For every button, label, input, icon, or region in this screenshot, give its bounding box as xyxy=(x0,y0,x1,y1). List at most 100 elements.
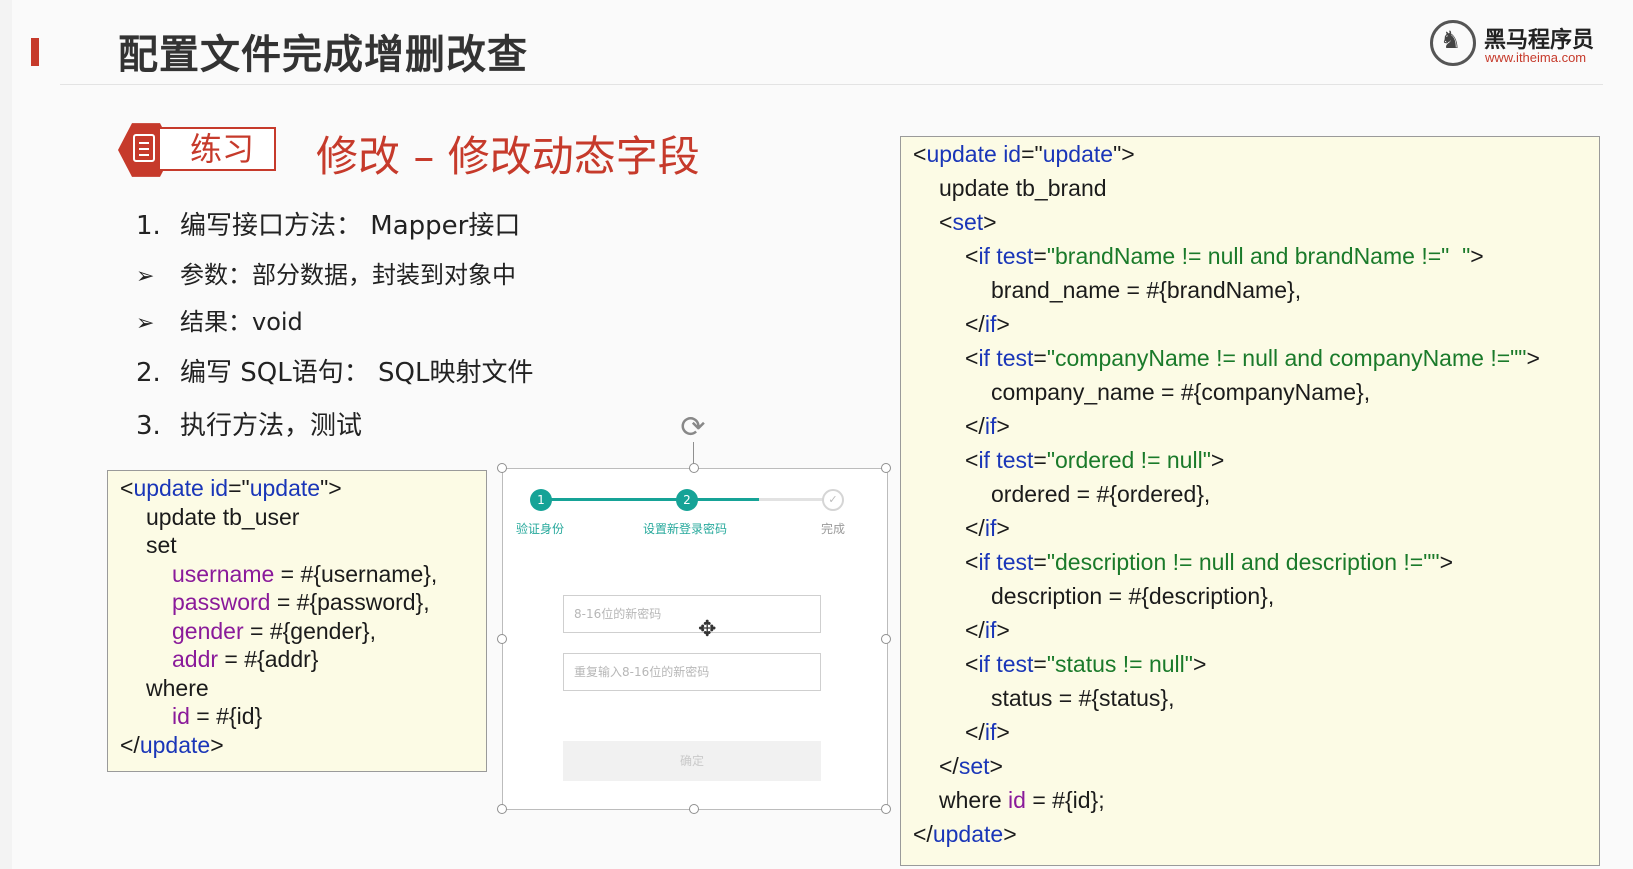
code-token: < xyxy=(965,243,979,269)
logo-url-text: www.itheima.com xyxy=(1485,50,1587,65)
code-token: > xyxy=(1439,549,1453,575)
code-token: </ xyxy=(120,731,140,758)
step-item: ➢ 结果：void xyxy=(136,302,303,337)
code-token: "> xyxy=(1113,141,1135,167)
step-number: 2. xyxy=(136,358,161,388)
brand-logo: ♞ 黑马程序员 www.itheima.com xyxy=(1430,20,1610,70)
code-token: update tb_brand xyxy=(939,175,1107,201)
step-dot-1: 1 xyxy=(530,489,552,511)
code-token: update xyxy=(133,475,204,501)
step-text: 编写接口方法： Mapper接口 xyxy=(180,211,521,241)
code-token: </ xyxy=(939,753,959,779)
step-text: 结果：void xyxy=(180,308,303,336)
resize-handle-bottom[interactable] xyxy=(689,804,699,814)
step-label-new-password: 设置新登录密码 xyxy=(643,522,728,536)
code-token: test xyxy=(996,549,1034,575)
step-item: 1. 编写接口方法： Mapper接口 xyxy=(136,205,520,242)
code-token: < xyxy=(965,651,979,677)
code-line: brand_name = #{brandName}, xyxy=(991,277,1301,304)
step-item: 3. 执行方法，测试 xyxy=(136,405,362,442)
code-line: <update id="update"> xyxy=(913,141,1135,168)
step-number: 3. xyxy=(136,411,161,441)
password-reset-image[interactable]: 1 2 ✓ 验证身份 设置新登录密码 完成 8-16位的新密码 重复输入8-16… xyxy=(502,468,888,810)
confirm-button[interactable]: 确定 xyxy=(563,741,821,781)
code-token: > xyxy=(983,209,997,235)
resize-handle-top-left[interactable] xyxy=(497,463,507,473)
resize-handle-bottom-right[interactable] xyxy=(881,804,891,814)
code-token: > xyxy=(1526,345,1540,371)
code-line: <if test="brandName != null and brandNam… xyxy=(965,243,1484,270)
code-token: > xyxy=(210,731,224,758)
title-accent-bar xyxy=(31,38,39,66)
code-token: "description != null and description !="… xyxy=(1046,549,1440,575)
code-token: password xyxy=(172,589,271,615)
code-token: > xyxy=(1210,447,1225,473)
resize-handle-left[interactable] xyxy=(497,634,507,644)
code-token: addr xyxy=(172,646,219,672)
code-token: = xyxy=(1033,447,1047,473)
code-token: update xyxy=(139,731,211,758)
code-token: set xyxy=(146,532,177,558)
code-token: > xyxy=(1470,243,1484,269)
code-line: </set> xyxy=(939,753,1003,780)
resize-handle-right[interactable] xyxy=(881,634,891,644)
code-token: id xyxy=(1003,141,1022,167)
code-line: ordered = #{ordered}, xyxy=(991,481,1210,508)
code-line: <set> xyxy=(939,209,997,236)
code-token: test xyxy=(996,651,1034,677)
code-token: gender xyxy=(172,617,244,644)
code-token: id xyxy=(1008,787,1026,813)
code-block-update-brand: <update id="update"> update tb_brand <set>… xyxy=(900,136,1600,866)
code-line: </if> xyxy=(965,515,1010,542)
resize-handle-top[interactable] xyxy=(689,463,699,473)
code-token: username xyxy=(172,560,275,587)
code-token: =" xyxy=(1021,141,1043,167)
step-label-done: 完成 xyxy=(821,522,846,536)
code-line: status = #{status}, xyxy=(991,685,1174,712)
code-token: </ xyxy=(965,413,985,439)
code-token: "companyName != null and companyName !="… xyxy=(1046,345,1527,371)
code-token: id xyxy=(210,475,229,501)
code-token: test xyxy=(996,345,1034,371)
code-token: if xyxy=(978,243,990,269)
code-token: if xyxy=(984,311,997,337)
code-token: </ xyxy=(913,821,933,847)
code-token: =" xyxy=(228,475,250,501)
code-token: </ xyxy=(965,617,985,643)
code-token: > xyxy=(1192,651,1207,677)
step-label-verify: 验证身份 xyxy=(516,522,565,536)
code-token: test xyxy=(996,447,1034,473)
code-token: brand_name = #{brandName}, xyxy=(991,277,1302,303)
code-token: if xyxy=(978,651,990,677)
code-token: > xyxy=(996,515,1010,541)
resize-handle-bottom-left[interactable] xyxy=(497,804,507,814)
code-token: < xyxy=(965,447,979,473)
code-line: description = #{description}, xyxy=(991,583,1274,610)
rotate-handle-icon[interactable]: ⟳ xyxy=(677,412,709,444)
code-token: update xyxy=(1042,141,1114,167)
code-line: <if test="status != null"> xyxy=(965,651,1206,678)
code-line: id = #{id} xyxy=(172,703,262,730)
code-token: </ xyxy=(965,311,985,337)
code-token: < xyxy=(913,141,927,167)
code-block-update-user: <update id="update"> update tb_user set use… xyxy=(107,470,487,772)
step-number: 1. xyxy=(136,211,161,241)
code-token: "ordered != null" xyxy=(1046,447,1211,473)
code-token: update xyxy=(926,141,997,167)
new-password-input[interactable]: 8-16位的新密码 xyxy=(563,595,821,633)
step-item: 2. 编写 SQL语句： SQL映射文件 xyxy=(136,352,533,389)
code-line: where xyxy=(146,675,209,702)
code-token: test xyxy=(996,243,1034,269)
repeat-password-input[interactable]: 重复输入8-16位的新密码 xyxy=(563,653,821,691)
resize-handle-top-right[interactable] xyxy=(881,463,891,473)
page-title: 配置文件完成增删改查 xyxy=(118,32,528,78)
exercise-badge-label: 练习 xyxy=(158,127,276,171)
code-line: </if> xyxy=(965,413,1010,440)
code-token: where xyxy=(146,674,209,701)
code-token: description = #{description}, xyxy=(991,583,1275,609)
document-icon xyxy=(133,134,155,162)
code-line: <if test="description != null and descri… xyxy=(965,549,1453,576)
code-token: = #{gender}, xyxy=(243,617,376,644)
code-token: > xyxy=(996,413,1010,439)
code-token: if xyxy=(984,719,997,745)
